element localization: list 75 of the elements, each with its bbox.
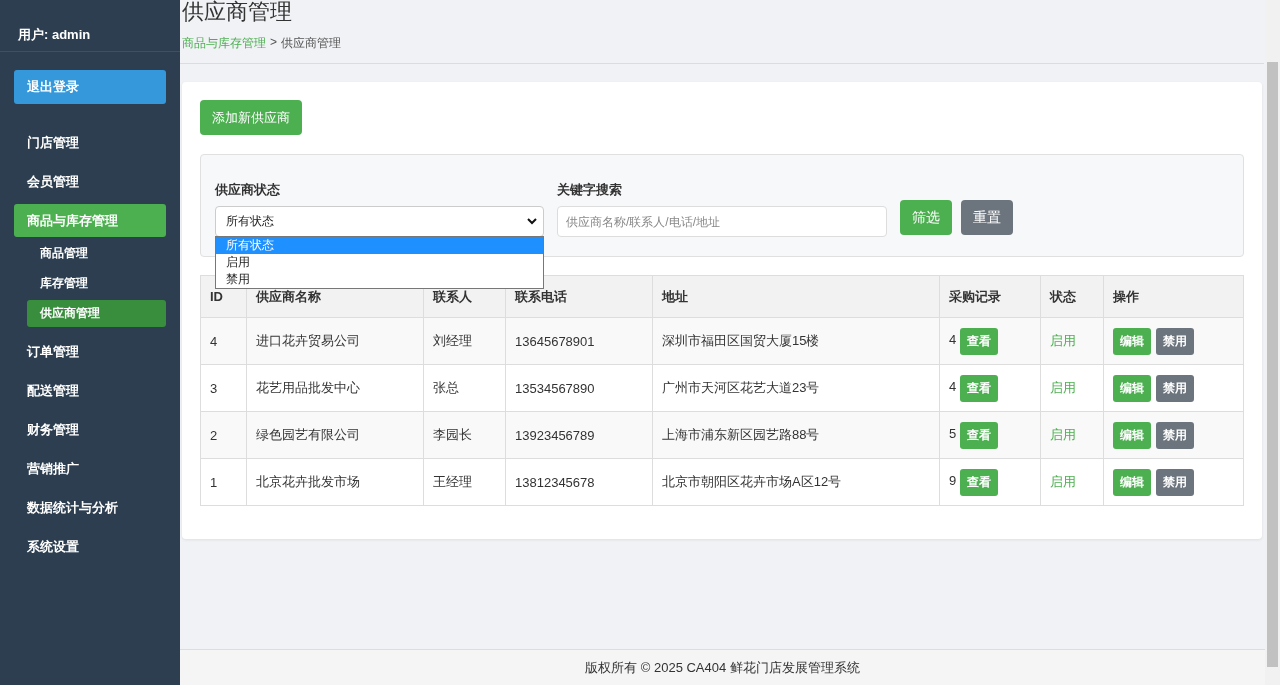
table-cell: 刘经理 <box>423 317 506 365</box>
dropdown-option[interactable]: 启用 <box>216 254 543 271</box>
submenu-item[interactable]: 库存管理 <box>27 270 166 297</box>
field-label: 供应商状态 <box>215 181 281 199</box>
view-button[interactable]: 查看 <box>959 468 998 496</box>
view-button[interactable]: 查看 <box>959 421 998 449</box>
column-header: 操作 <box>1103 275 1244 318</box>
menu-item[interactable]: 配送管理 <box>14 374 166 407</box>
record-count: 4 <box>949 332 957 348</box>
table-cell: 13812345678 <box>505 458 653 506</box>
chevron-down-icon <box>527 218 537 225</box>
page-title: 供应商管理 <box>182 0 292 26</box>
menu-item[interactable]: 营销推广 <box>14 452 166 485</box>
dropdown-option[interactable]: 所有状态 <box>216 237 543 254</box>
table-cell: 4 <box>200 317 247 365</box>
keyword-search-field[interactable]: 供应商名称/联系人/电话/地址 <box>557 206 887 237</box>
table-cell: 绿色园艺有限公司 <box>246 411 424 459</box>
record-count: 4 <box>949 379 957 395</box>
table-cell: 3 <box>200 364 247 412</box>
record-count: 5 <box>949 426 957 442</box>
submenu-item[interactable]: 商品管理 <box>27 240 166 267</box>
edit-button[interactable]: 编辑 <box>1113 421 1151 449</box>
edit-button[interactable]: 编辑 <box>1113 327 1151 355</box>
footer-text: 版权所有 © 2025 CA404 鲜花门店发展管理系统 <box>585 658 860 677</box>
table-cell: 王经理 <box>423 458 506 506</box>
status-text: 启用 <box>1050 473 1076 491</box>
user-name: 用户: admin <box>18 26 91 44</box>
menu-item[interactable]: 财务管理 <box>14 413 166 446</box>
table-cell: 13645678901 <box>505 317 653 365</box>
filter-button[interactable]: 筛选 <box>900 200 952 235</box>
menu-item[interactable]: 商品与库存管理 <box>14 204 166 237</box>
breadcrumb-link[interactable]: 商品与库存管理 <box>182 35 266 52</box>
record-count: 9 <box>949 473 957 489</box>
status-text: 启用 <box>1050 379 1076 397</box>
disable-button[interactable]: 禁用 <box>1156 374 1194 402</box>
table-cell: 北京花卉批发市场 <box>246 458 424 506</box>
reset-button[interactable]: 重置 <box>961 200 1013 235</box>
menu-item[interactable]: 订单管理 <box>14 335 166 368</box>
edit-button[interactable]: 编辑 <box>1113 374 1151 402</box>
table-cell: 深圳市福田区国贸大厦15楼 <box>652 317 940 365</box>
table-cell: 2 <box>200 411 247 459</box>
table-cell: 广州市天河区花艺大道23号 <box>652 364 940 412</box>
disable-button[interactable]: 禁用 <box>1156 421 1194 449</box>
disable-button[interactable]: 禁用 <box>1156 327 1194 355</box>
status-text: 启用 <box>1050 332 1076 350</box>
column-header: 状态 <box>1040 275 1104 318</box>
disable-button[interactable]: 禁用 <box>1156 468 1194 496</box>
menu-item[interactable]: 数据统计与分析 <box>14 491 166 524</box>
scrollbar[interactable] <box>1265 0 1280 685</box>
table-cell: 进口花卉贸易公司 <box>246 317 424 365</box>
menu-item[interactable]: 门店管理 <box>14 126 166 159</box>
table-cell: 上海市浦东新区园艺路88号 <box>652 411 940 459</box>
status-text: 启用 <box>1050 426 1076 444</box>
edit-button[interactable]: 编辑 <box>1113 468 1151 496</box>
column-header: 地址 <box>652 275 940 318</box>
view-button[interactable]: 查看 <box>959 327 998 355</box>
breadcrumb-text: 供应商管理 <box>281 35 341 52</box>
column-header: 采购记录 <box>939 275 1041 318</box>
menu-item[interactable]: 系统设置 <box>14 530 166 563</box>
table-cell: 13534567890 <box>505 364 653 412</box>
view-button[interactable]: 查看 <box>959 374 998 402</box>
column-header: 联系电话 <box>505 275 653 318</box>
table-cell: 张总 <box>423 364 506 412</box>
table-cell: 李园长 <box>423 411 506 459</box>
table-cell: 13923456789 <box>505 411 653 459</box>
table-cell: 1 <box>200 458 247 506</box>
menu-item[interactable]: 会员管理 <box>14 165 166 198</box>
status-select[interactable]: 所有状态 <box>215 206 544 237</box>
table-cell: 北京市朝阳区花卉市场A区12号 <box>652 458 940 506</box>
breadcrumb-text: > <box>270 35 277 51</box>
table-cell: 花艺用品批发中心 <box>246 364 424 412</box>
add-supplier-button[interactable]: 添加新供应商 <box>200 100 302 135</box>
logout-button[interactable]: 退出登录 <box>14 70 166 104</box>
field-label: 关键字搜索 <box>557 181 623 199</box>
submenu-item[interactable]: 供应商管理 <box>27 300 166 327</box>
